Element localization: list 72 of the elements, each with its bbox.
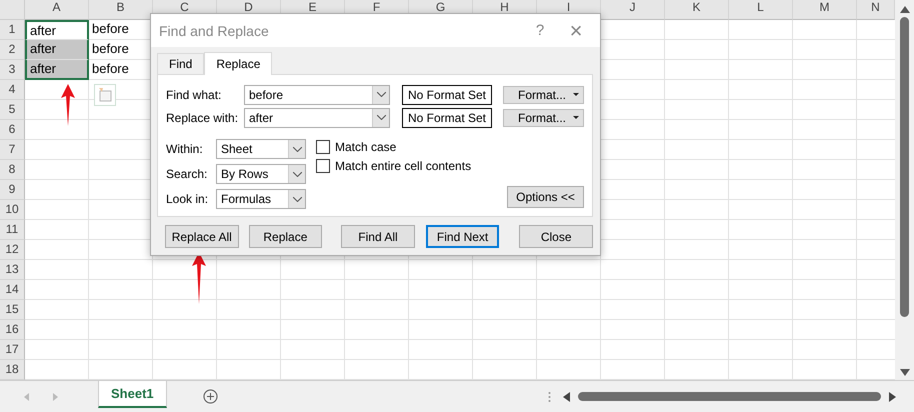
row-header[interactable]: 17 (0, 340, 25, 360)
format-button[interactable]: Format... (503, 108, 584, 126)
scroll-thumb[interactable] (578, 392, 881, 401)
dropdown-icon (292, 146, 302, 152)
row-header[interactable]: 15 (0, 300, 25, 320)
combo-box[interactable]: before (244, 84, 390, 104)
scroll-left-icon[interactable] (563, 392, 570, 402)
row-header[interactable]: 9 (0, 180, 25, 200)
combo-box[interactable]: Sheet (216, 139, 306, 159)
format-preview: No Format Set (402, 108, 492, 128)
row-header[interactable]: 3 (0, 60, 25, 80)
dialog-button[interactable]: Close (519, 225, 593, 248)
scroll-down-icon[interactable] (900, 369, 910, 376)
column-header[interactable]: L (729, 0, 793, 20)
checkbox[interactable] (316, 159, 330, 173)
field-label: Look in: (166, 192, 210, 206)
dropdown-icon (376, 92, 386, 97)
close-button[interactable]: × (558, 18, 594, 44)
row-header[interactable]: 1 (0, 20, 25, 40)
row-header[interactable]: 7 (0, 140, 25, 160)
row-header[interactable]: 5 (0, 100, 25, 120)
row-header[interactable]: 6 (0, 120, 25, 140)
sheet-tab[interactable]: Sheet1 (98, 381, 167, 408)
dropdown-icon (376, 115, 386, 120)
dialog-button[interactable]: Replace All (165, 225, 239, 248)
column-header[interactable]: B (89, 0, 153, 20)
format-preview: No Format Set (402, 84, 492, 104)
format-button[interactable]: Format... (503, 86, 584, 104)
checkbox[interactable] (316, 140, 330, 154)
combo-box[interactable]: By Rows (216, 164, 306, 184)
field-label: Replace with: (166, 110, 240, 124)
scroll-thumb[interactable] (900, 17, 909, 317)
dialog-title: Find and Replace (159, 22, 270, 38)
checkbox-label[interactable]: Match case (335, 140, 396, 154)
dropdown-icon (292, 196, 302, 202)
combo-box[interactable]: Formulas (216, 189, 306, 209)
column-header[interactable]: K (665, 0, 729, 20)
dialog-button[interactable]: Replace (248, 225, 322, 248)
scroll-right-icon[interactable] (889, 392, 896, 402)
add-sheet-icon[interactable] (202, 389, 218, 404)
tab[interactable]: Replace (204, 52, 272, 75)
table-cell[interactable]: after (25, 60, 89, 80)
tab[interactable]: Find (157, 53, 204, 74)
combo-box[interactable]: after (244, 108, 390, 128)
help-button[interactable]: ? (522, 22, 558, 39)
row-header[interactable]: 10 (0, 200, 25, 220)
table-cell[interactable]: after (25, 20, 89, 40)
dropdown-icon (292, 172, 302, 176)
dialog-button[interactable]: Find All (341, 225, 415, 248)
options-button[interactable]: Options << (507, 186, 584, 208)
field-label: Within: (166, 142, 204, 156)
column-header[interactable]: A (25, 0, 89, 20)
column-header[interactable]: M (793, 0, 857, 20)
row-header[interactable]: 12 (0, 240, 25, 260)
column-header[interactable]: N (857, 0, 895, 20)
row-header[interactable]: 11 (0, 220, 25, 240)
row-header[interactable]: 2 (0, 40, 25, 60)
row-header[interactable]: 8 (0, 160, 25, 180)
checkbox-label[interactable]: Match entire cell contents (335, 159, 472, 173)
scroll-up-icon[interactable] (900, 6, 910, 13)
column-header[interactable]: J (601, 0, 665, 20)
dialog-button[interactable]: Find Next (426, 225, 500, 248)
caret-icon (573, 93, 579, 96)
row-header[interactable]: 13 (0, 260, 25, 280)
row-header[interactable]: 4 (0, 80, 25, 100)
field-label: Find what: (166, 88, 222, 102)
row-header[interactable]: 14 (0, 280, 25, 300)
row-header[interactable]: 16 (0, 320, 25, 340)
table-cell[interactable]: after (25, 40, 89, 60)
row-header[interactable]: 18 (0, 360, 25, 380)
caret-icon (573, 116, 579, 119)
field-label: Search: (166, 167, 208, 181)
